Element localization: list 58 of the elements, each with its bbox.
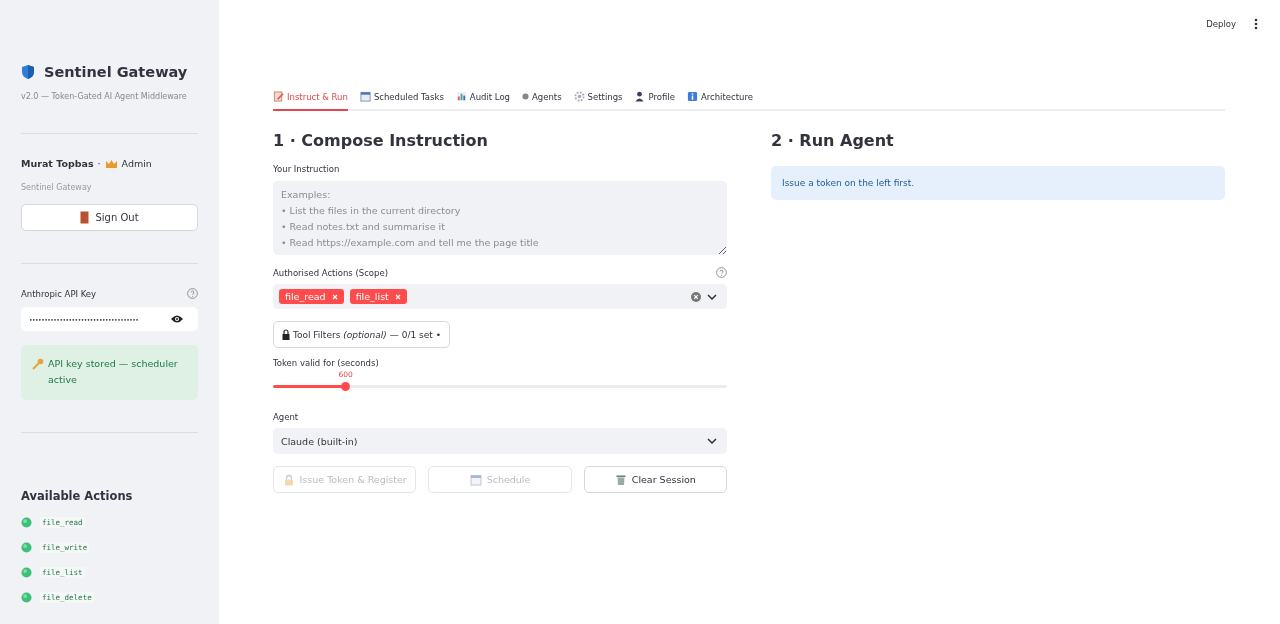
agent-label: Agent xyxy=(273,412,300,422)
action-button[interactable]: Clear Session xyxy=(583,466,727,493)
api-key-label: Anthropic API Key xyxy=(21,288,97,299)
tab[interactable]: Audit Log xyxy=(455,91,510,111)
app-subtitle: v2.0 — Token-Gated AI Agent Middleware xyxy=(21,92,188,101)
tab[interactable]: Agents xyxy=(522,91,562,111)
key-icon xyxy=(32,358,44,370)
status-dot-icon xyxy=(21,567,32,578)
settings-icon xyxy=(573,91,585,102)
info-icon xyxy=(686,91,698,102)
help-icon[interactable] xyxy=(187,288,198,299)
remove-icon[interactable] xyxy=(394,294,401,300)
sign-out-button[interactable]: Sign Out xyxy=(21,204,198,231)
door-icon xyxy=(80,211,90,224)
status-dot-icon xyxy=(21,517,32,528)
scope-label: Authorised Actions (Scope) xyxy=(273,267,388,278)
lock-icon xyxy=(282,329,290,340)
deploy-button[interactable]: Deploy xyxy=(1206,19,1236,29)
separator: · xyxy=(97,158,101,169)
tab[interactable]: Instruct & Run xyxy=(273,91,348,111)
token-label: Token valid for (seconds) xyxy=(273,358,380,368)
bar-chart-icon xyxy=(455,91,467,102)
instruction-label: Your Instruction xyxy=(273,164,341,174)
crown-icon xyxy=(104,158,118,169)
remove-icon[interactable] xyxy=(331,294,338,300)
status-dot-icon xyxy=(21,542,32,553)
shield-icon xyxy=(21,64,35,80)
section-title: 1 · Compose Instruction xyxy=(273,131,489,150)
tab[interactable]: Architecture xyxy=(686,91,753,111)
chevron-down-icon[interactable] xyxy=(707,293,717,300)
lock-icon xyxy=(282,473,295,486)
chevron-down-icon xyxy=(707,438,717,444)
calendar-icon xyxy=(469,473,482,486)
status-dot-icon xyxy=(21,592,32,603)
person-icon xyxy=(634,91,646,102)
tab[interactable]: Scheduled Tasks xyxy=(359,91,444,111)
user-role: Admin xyxy=(121,158,152,169)
dot-icon xyxy=(522,93,529,100)
agent-select[interactable]: Claude (built-in) xyxy=(273,428,727,454)
slider-thumb[interactable] xyxy=(341,382,351,391)
eye-icon[interactable] xyxy=(170,314,184,324)
section-title: 2 · Run Agent xyxy=(771,131,895,150)
section-heading: Available Actions xyxy=(21,489,134,503)
memo-icon xyxy=(273,91,284,102)
notice-text: API key stored — scheduler active xyxy=(48,357,179,387)
clear-icon[interactable] xyxy=(691,291,701,302)
organization-name: Sentinel Gateway xyxy=(21,183,93,192)
more-menu-icon[interactable] xyxy=(1254,18,1258,30)
tab[interactable]: Profile xyxy=(634,91,675,111)
info-message: Issue a token on the left first. xyxy=(771,166,1225,200)
user-name: Murat Topbas xyxy=(21,158,94,169)
app-title: Sentinel Gateway xyxy=(44,64,188,80)
instruction-field[interactable]: Examples: • List the files in the current directory • Read notes.txt and summarise it • Read https://example.com and tell me the page title xyxy=(273,181,727,255)
help-icon[interactable] xyxy=(716,267,727,278)
tool-filters-expander[interactable]: Tool Filters (optional) — 0/1 set • xyxy=(273,321,450,348)
calendar-icon xyxy=(359,91,371,102)
tab[interactable]: Settings xyxy=(573,91,623,111)
trash-icon xyxy=(614,473,627,486)
